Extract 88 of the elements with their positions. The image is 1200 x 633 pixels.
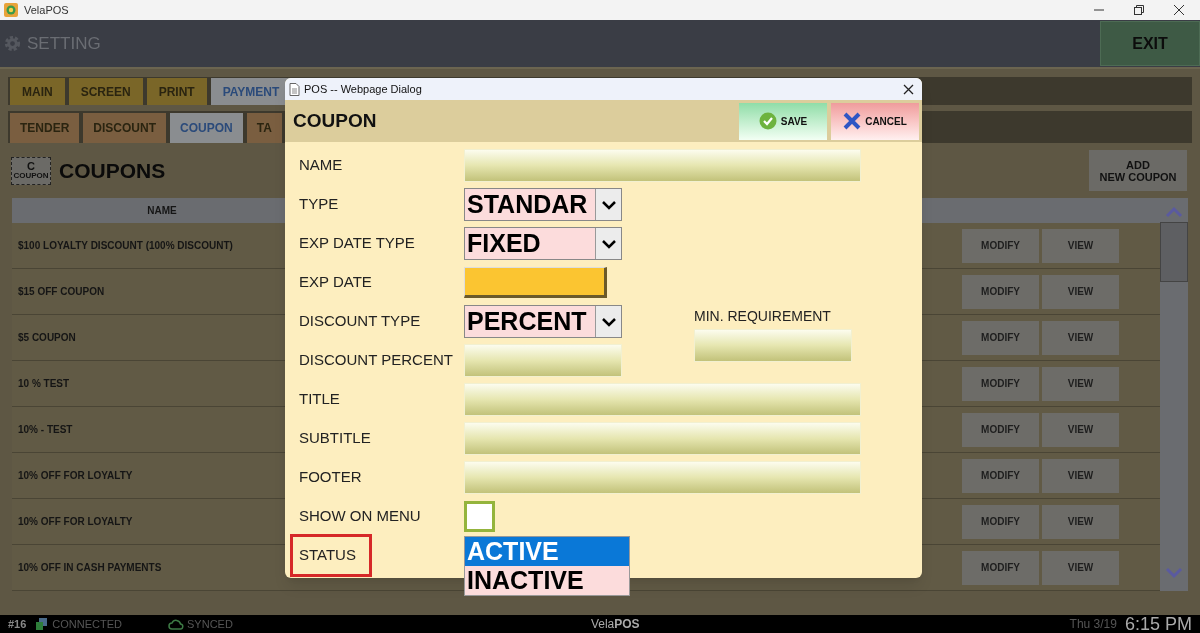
dialog-title: POS -- Webpage Dialog [304,81,422,97]
tab[interactable]: DISCOUNT [83,113,166,143]
view-button[interactable]: VIEW [1042,504,1119,539]
field-label: NAME [299,155,344,176]
sync-status: SYNCED [187,616,233,632]
tab[interactable]: SCREEN [68,78,143,105]
app-logo-icon [4,3,18,17]
modify-button[interactable]: MODIFY [962,504,1039,539]
modify-button[interactable]: MODIFY [962,550,1039,585]
network-icon [36,618,49,630]
table-cell-text: $5 COUPON [17,331,76,345]
tab[interactable]: MAIN [10,78,65,105]
window-title: VelaPOS [24,2,69,18]
scrollbar[interactable] [1160,198,1188,591]
table-cell-text: 10% OFF FOR LOYALTY [17,515,133,529]
text-field[interactable] [464,461,861,494]
field-label: STATUS [290,534,372,577]
text-field[interactable] [464,344,622,377]
save-button[interactable]: SAVE [739,102,827,140]
gear-icon [3,34,22,53]
field-label: DISCOUNT TYPE [299,311,422,332]
listbox[interactable]: ACTIVE INACTIVE [464,536,630,596]
field-label: TYPE [299,194,340,215]
x-icon [843,112,862,130]
table-cell-text: 10% - TEST [17,423,73,437]
view-button[interactable]: VIEW [1042,550,1119,585]
table-cell-text: $100 LOYALTY DISCOUNT (100% DISCOUNT) [17,239,233,253]
modify-button[interactable]: MODIFY [962,320,1039,355]
table-cell-text: 10% OFF IN CASH PAYMENTS [17,561,162,575]
tab[interactable]: TENDER [10,113,80,143]
document-icon [289,82,300,96]
table-cell-text: $15 OFF COUPON [17,285,105,299]
field-label: MIN. REQUIREMENT [694,307,832,326]
cloud-icon [168,618,185,630]
dropdown[interactable]: PERCENT [464,305,622,338]
modify-button[interactable]: MODIFY [962,458,1039,493]
scrollbar-thumb[interactable] [1160,222,1188,282]
dropdown[interactable]: FIXED [464,227,622,260]
field-label: TITLE [299,389,341,410]
section-title: COUPONS [59,157,166,184]
modify-button[interactable]: MODIFY [962,274,1039,309]
exit-button[interactable]: EXIT [1100,21,1200,66]
field-label: EXP DATE [299,272,373,293]
text-field[interactable] [694,329,852,362]
checkmark-icon [758,112,777,130]
close-icon[interactable] [1174,5,1184,15]
tab[interactable]: COUPON [170,113,243,143]
listbox-option[interactable]: ACTIVE [465,537,629,566]
chevron-down-icon[interactable] [1165,567,1183,579]
field-label: SUBTITLE [299,428,372,449]
chevron-down-icon [595,228,621,259]
coupon-icon: C COUPON [11,156,51,185]
date-field[interactable] [464,267,607,298]
checkbox[interactable] [464,501,495,532]
modify-button[interactable]: MODIFY [962,412,1039,447]
status-date: Thu 3/19 [1069,616,1117,633]
add-coupon-button[interactable]: ADD NEW COUPON [1089,150,1187,191]
chevron-up-icon[interactable] [1165,206,1183,218]
modify-button[interactable]: MODIFY [962,228,1039,263]
terminal-number: #16 [8,616,27,632]
dialog-heading: COUPON [293,108,377,133]
field-label: DISCOUNT PERCENT [299,350,454,371]
restore-icon[interactable] [1134,5,1144,15]
field-label: FOOTER [299,467,363,488]
chevron-down-icon [595,189,621,220]
cancel-button[interactable]: CANCEL [831,102,919,140]
view-button[interactable]: VIEW [1042,228,1119,263]
text-field[interactable] [464,383,861,416]
field-label: SHOW ON MENU [299,506,422,527]
connection-status: CONNECTED [52,616,123,632]
table-cell-text: 10 % TEST [17,377,70,391]
text-field[interactable] [464,149,861,182]
brand-name: VelaPOS [590,616,640,633]
view-button[interactable]: VIEW [1042,274,1119,309]
view-button[interactable]: VIEW [1042,320,1119,355]
view-button[interactable]: VIEW [1042,458,1119,493]
view-button[interactable]: VIEW [1042,366,1119,401]
chevron-down-icon [595,306,621,337]
text-field[interactable] [464,422,861,455]
modify-button[interactable]: MODIFY [962,366,1039,401]
tab[interactable]: PRINT [146,78,207,105]
close-icon[interactable] [903,83,914,95]
view-button[interactable]: VIEW [1042,412,1119,447]
field-label: EXP DATE TYPE [299,233,416,254]
dropdown[interactable]: STANDAR [464,188,622,221]
table-cell-text: 10% OFF FOR LOYALTY [17,469,133,483]
tab[interactable]: TA [246,113,282,143]
status-time: 6:15 PM [1124,615,1192,633]
